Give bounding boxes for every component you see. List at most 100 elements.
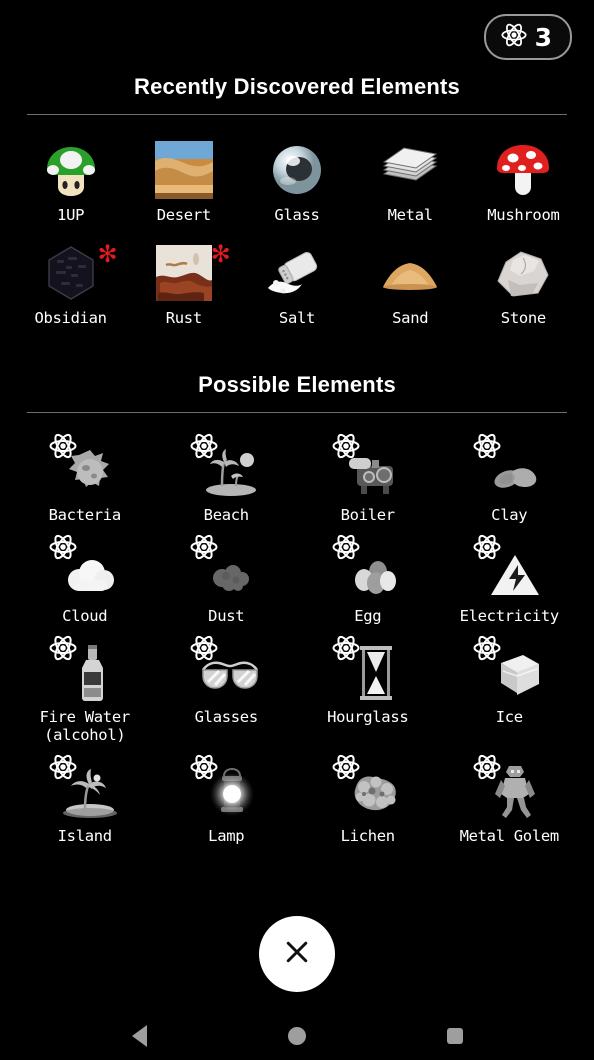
close-button-area <box>0 916 594 992</box>
element-cell-dust[interactable]: Dust <box>156 530 298 625</box>
new-discovery-star: ✻ <box>210 240 231 269</box>
element-label: Lichen <box>340 827 396 846</box>
element-label: Egg <box>354 607 382 626</box>
element-label: Salt <box>278 309 316 328</box>
atom-icon <box>190 433 218 458</box>
element-cell-lichen[interactable]: Lichen <box>297 750 439 845</box>
element-cell-bacteria[interactable]: Bacteria <box>14 429 156 524</box>
element-cell-obsidian[interactable]: ✻ Obsidian <box>14 236 127 327</box>
atom-icon <box>49 433 77 458</box>
atom-count-value: 3 <box>534 22 552 52</box>
element-cell-hourglass[interactable]: Hourglass <box>297 631 439 744</box>
boiler-icon <box>331 433 405 503</box>
red-mushroom-icon <box>490 137 556 203</box>
element-label: Island <box>57 827 113 846</box>
close-x-icon <box>282 937 312 971</box>
element-label: Obsidian <box>34 309 107 328</box>
atom-count-badge[interactable]: 3 <box>483 14 572 60</box>
element-cell-1up[interactable]: 1UP <box>14 133 127 224</box>
element-label: Hourglass <box>327 708 409 727</box>
element-cell-cloud[interactable]: Cloud <box>14 530 156 625</box>
element-label: Clay <box>491 505 528 524</box>
island-icon <box>48 754 122 824</box>
element-label: Metal <box>387 206 433 224</box>
element-label: Bacteria <box>48 505 122 524</box>
element-cell-fire-water[interactable]: Fire Water (alcohol) <box>14 631 156 744</box>
atom-icon <box>332 755 360 780</box>
recents-square-icon[interactable] <box>435 1016 475 1056</box>
atom-icon <box>190 755 218 780</box>
electricity-icon <box>472 534 546 604</box>
cloud-icon <box>48 534 122 604</box>
metal-sheets-icon <box>377 137 443 203</box>
element-label: Glass <box>274 206 320 224</box>
atom-icon <box>473 534 501 560</box>
element-cell-metal[interactable]: Metal <box>354 133 467 224</box>
home-circle-icon[interactable] <box>277 1016 317 1056</box>
ice-cube-icon <box>472 635 546 705</box>
element-cell-beach[interactable]: Beach <box>156 429 298 524</box>
atom-icon <box>473 433 501 458</box>
section-possible-elements: Possible Elements Bacteria Beach Boiler … <box>0 372 594 846</box>
lichen-icon <box>331 754 405 824</box>
atom-icon <box>49 534 77 560</box>
bacteria-icon <box>48 433 122 503</box>
atom-icon <box>190 636 218 661</box>
top-bar: 3 <box>0 0 594 74</box>
possible-grid: Bacteria Beach Boiler Clay Cloud Dust Eg… <box>0 429 594 846</box>
element-cell-sand[interactable]: Sand <box>354 236 467 327</box>
element-cell-mushroom[interactable]: Mushroom <box>467 133 580 224</box>
lamp-icon <box>189 754 263 824</box>
element-label: Desert <box>156 206 212 224</box>
element-label: Metal Golem <box>459 827 560 846</box>
section-recently-discovered: Recently Discovered Elements 1UP Desert … <box>0 74 594 328</box>
element-label: Fire Water (alcohol) <box>39 708 131 744</box>
metal-golem-icon <box>472 754 546 824</box>
element-cell-boiler[interactable]: Boiler <box>297 429 439 524</box>
atom-icon <box>473 755 501 780</box>
salt-shaker-icon <box>264 240 330 306</box>
atom-icon <box>332 534 360 560</box>
atom-icon <box>473 636 501 661</box>
element-cell-desert[interactable]: Desert <box>127 133 240 224</box>
back-triangle-icon[interactable] <box>119 1016 159 1056</box>
new-discovery-star: ✻ <box>97 240 118 269</box>
element-cell-egg[interactable]: Egg <box>297 530 439 625</box>
dust-icon <box>189 534 263 604</box>
element-cell-salt[interactable]: Salt <box>240 236 353 327</box>
element-label: Stone <box>500 309 546 328</box>
element-label: Electricity <box>459 607 560 626</box>
element-label: Rust <box>165 309 202 328</box>
element-label: 1UP <box>57 206 85 224</box>
section-divider-discovered <box>27 114 567 115</box>
rusted-metal-icon: ✻ <box>151 240 231 306</box>
atom-icon <box>500 21 528 53</box>
element-label: Ice <box>495 708 523 727</box>
atom-icon <box>332 636 360 661</box>
android-navigation-bar <box>0 1012 594 1060</box>
element-cell-stone[interactable]: Stone <box>467 236 580 327</box>
close-button[interactable] <box>259 916 335 992</box>
element-cell-metal-golem[interactable]: Metal Golem <box>439 750 581 845</box>
element-cell-ice[interactable]: Ice <box>439 631 581 744</box>
element-cell-rust[interactable]: ✻ Rust <box>127 236 240 327</box>
element-cell-lamp[interactable]: Lamp <box>156 750 298 845</box>
element-label: Glasses <box>194 708 259 727</box>
element-label: Sand <box>392 309 429 328</box>
discovered-grid: 1UP Desert Glass Metal Mushroom ✻ Obsidi… <box>0 133 594 328</box>
element-label: Lamp <box>208 827 245 846</box>
glasses-icon <box>189 635 263 705</box>
element-label: Dust <box>208 607 245 626</box>
fire-water-icon <box>48 635 122 705</box>
desert-dunes-icon <box>151 137 217 203</box>
obsidian-block-icon: ✻ <box>38 240 118 306</box>
atom-icon <box>49 755 77 780</box>
atom-icon <box>49 636 77 661</box>
element-cell-glass[interactable]: Glass <box>240 133 353 224</box>
element-cell-glasses[interactable]: Glasses <box>156 631 298 744</box>
beach-icon <box>189 433 263 503</box>
element-cell-clay[interactable]: Clay <box>439 429 581 524</box>
element-cell-electricity[interactable]: Electricity <box>439 530 581 625</box>
element-cell-island[interactable]: Island <box>14 750 156 845</box>
clay-icon <box>472 433 546 503</box>
